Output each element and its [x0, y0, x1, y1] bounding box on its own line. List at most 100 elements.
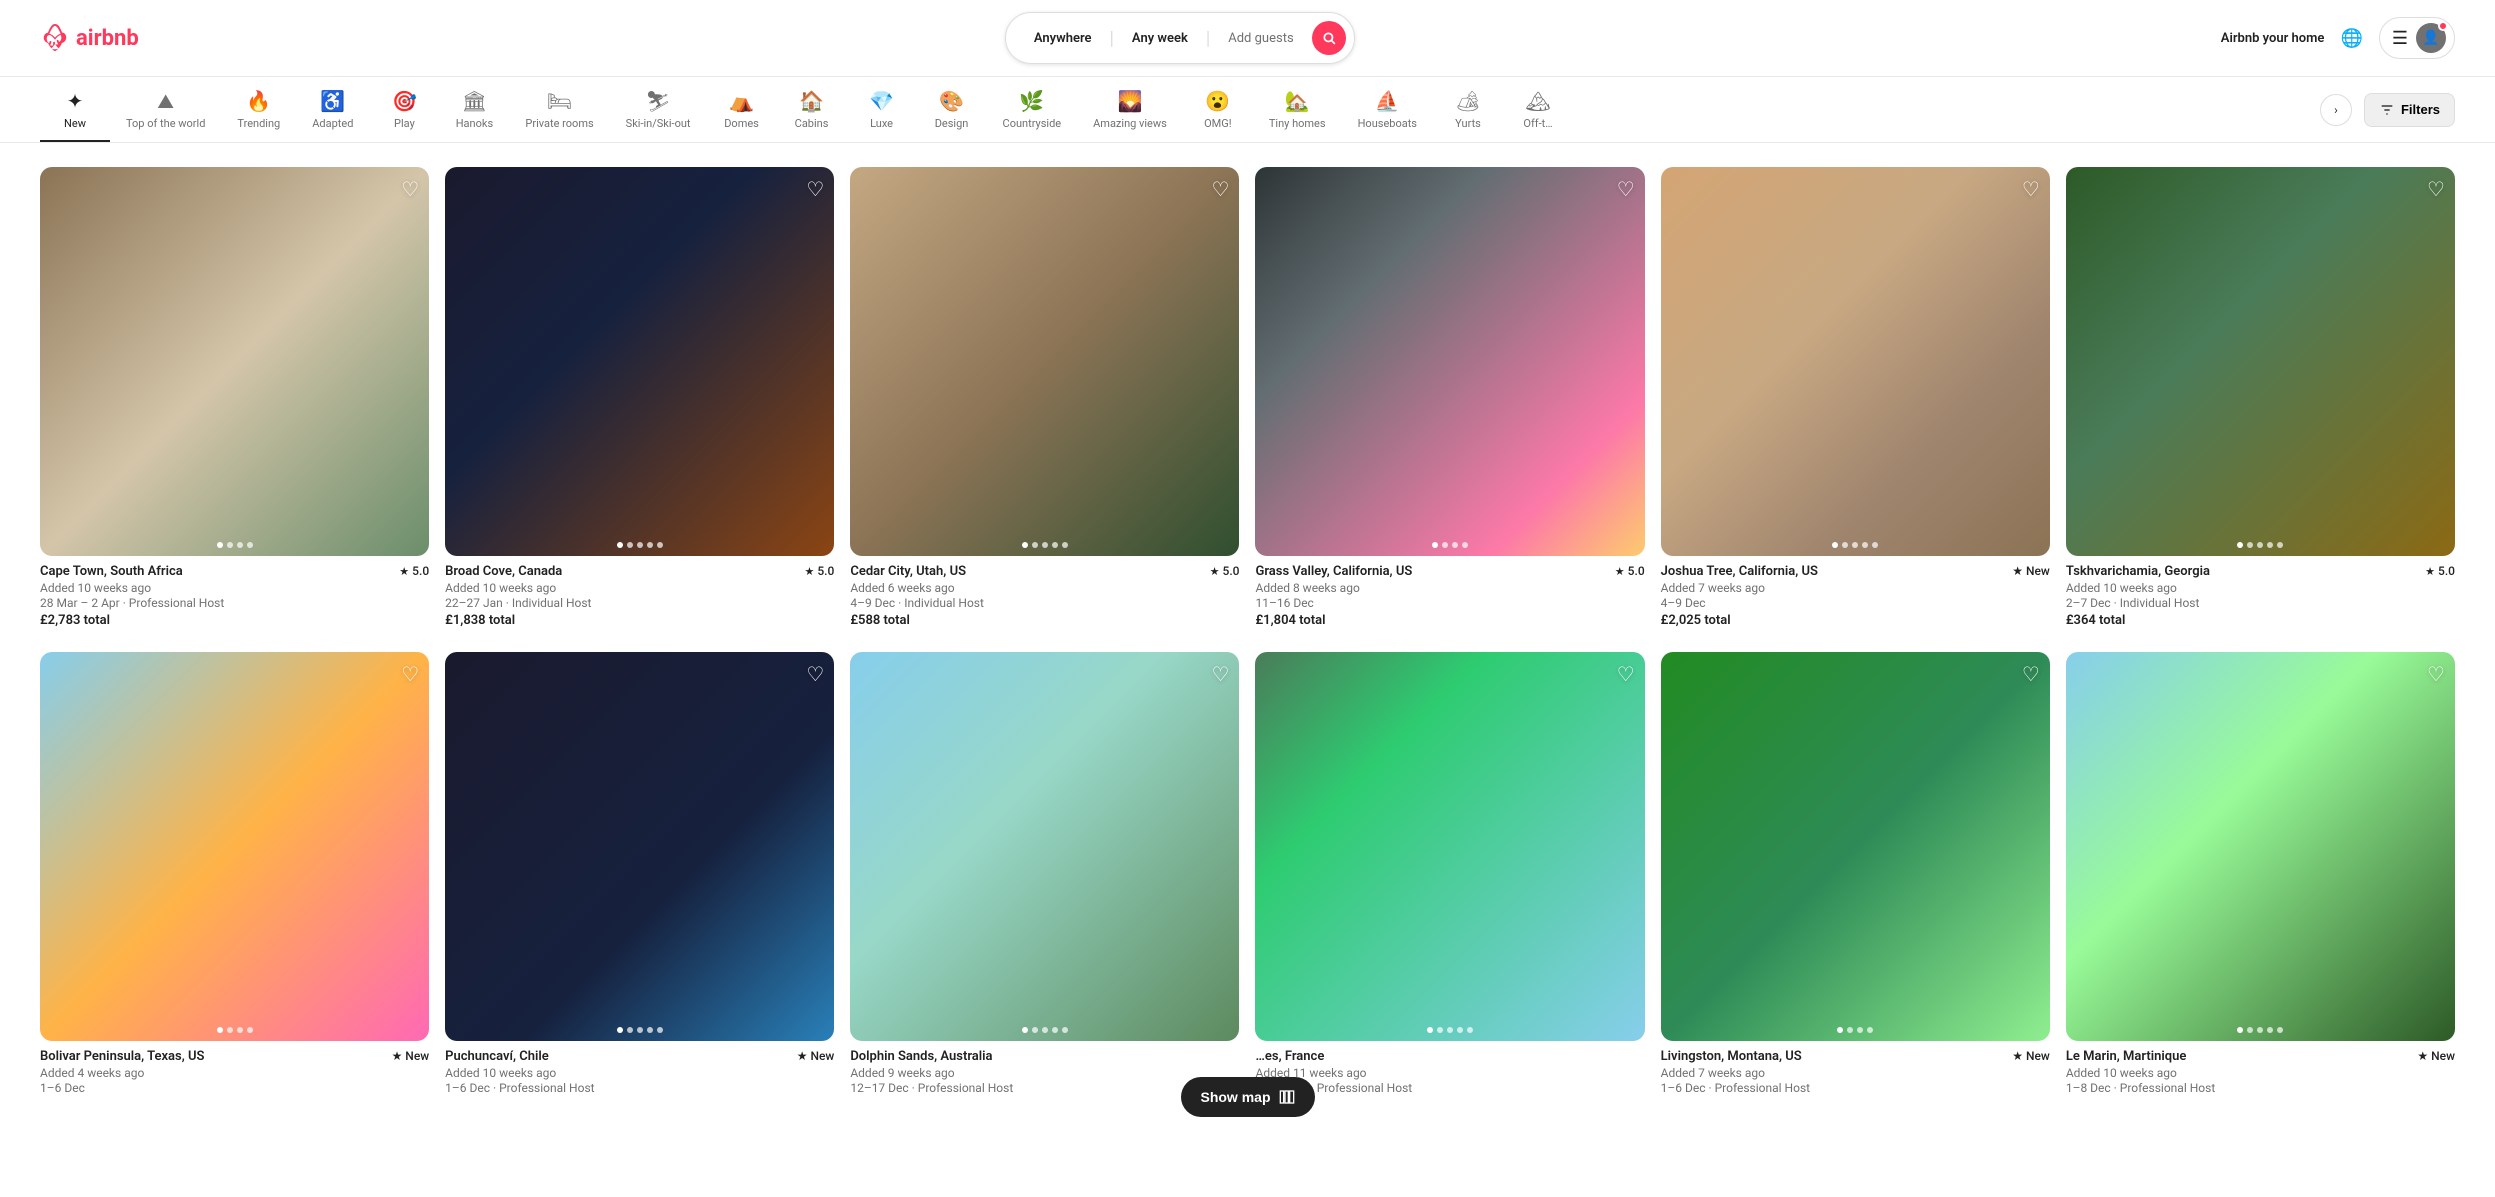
listing-new-badge: ★ New — [2012, 564, 2050, 578]
dot — [227, 542, 233, 548]
wishlist-button[interactable]: ♡ — [2427, 662, 2445, 687]
listing-image[interactable]: ♡ — [850, 652, 1239, 1041]
user-menu[interactable]: ☰ 👤 — [2379, 17, 2455, 59]
wishlist-button[interactable]: ♡ — [2022, 177, 2040, 202]
listing-image[interactable]: ♡ — [1661, 652, 2050, 1041]
listing-location: Joshua Tree, California, US — [1661, 564, 2013, 579]
search-location[interactable]: Anywhere — [1026, 31, 1100, 46]
listing-title-row: Dolphin Sands, Australia — [850, 1049, 1239, 1064]
listing-card[interactable]: ♡ …es, France Added 11 weeks ago 5–10 Ma… — [1255, 652, 1644, 1095]
category-item-countryside[interactable]: 🌿 Countryside — [987, 77, 1078, 142]
search-guests[interactable]: Add guests — [1220, 31, 1301, 46]
listing-card[interactable]: ♡ Broad Cove, Canada ★ 5.0 Added 10 week… — [445, 167, 834, 628]
listing-image[interactable]: ♡ — [1661, 167, 2050, 556]
wishlist-button[interactable]: ♡ — [2022, 662, 2040, 687]
filters-button[interactable]: Filters — [2364, 93, 2455, 127]
wishlist-button[interactable]: ♡ — [401, 662, 419, 687]
listing-card[interactable]: ♡ Grass Valley, California, US ★ 5.0 Add… — [1255, 167, 1644, 628]
listing-image[interactable]: ♡ — [40, 652, 429, 1041]
listing-image[interactable]: ♡ — [1255, 652, 1644, 1041]
logo[interactable]: airbnb — [40, 23, 139, 53]
listing-image[interactable]: ♡ — [2066, 167, 2455, 556]
wishlist-button[interactable]: ♡ — [1212, 177, 1230, 202]
dot — [657, 542, 663, 548]
listing-location: Cape Town, South Africa — [40, 564, 399, 579]
dot — [2257, 542, 2263, 548]
category-icon-trending: 🔥 — [246, 91, 271, 111]
listing-dates: 4–9 Dec · Individual Host — [850, 596, 1239, 610]
dot — [2247, 1027, 2253, 1033]
listing-photo — [1661, 652, 2050, 1041]
category-item-omg[interactable]: 😮 OMG! — [1183, 77, 1253, 142]
category-item-tiny-homes[interactable]: 🏡 Tiny homes — [1253, 77, 1342, 142]
wishlist-button[interactable]: ♡ — [1617, 177, 1635, 202]
category-item-trending[interactable]: 🔥 Trending — [221, 77, 296, 142]
listing-photo — [2066, 167, 2455, 556]
wishlist-button[interactable]: ♡ — [806, 177, 824, 202]
category-item-top-of-world[interactable]: ⛰ Top of the world — [110, 77, 221, 142]
category-icon-domes: ⛺ — [729, 91, 754, 111]
category-item-new[interactable]: ✦ New — [40, 77, 110, 142]
category-item-private-rooms[interactable]: 🛏 Private rooms — [509, 77, 609, 142]
category-icon-ski-in-out: ⛷ — [645, 91, 670, 111]
listing-card[interactable]: ♡ Joshua Tree, California, US ★ New Adde… — [1661, 167, 2050, 628]
listing-info: Tskhvarichamia, Georgia ★ 5.0 Added 10 w… — [2066, 556, 2455, 628]
category-item-play[interactable]: 🎯 Play — [369, 77, 439, 142]
listing-card[interactable]: ♡ Bolivar Peninsula, Texas, US ★ New Add… — [40, 652, 429, 1095]
globe-icon[interactable]: 🌐 — [2340, 28, 2362, 49]
listing-image[interactable]: ♡ — [445, 167, 834, 556]
wishlist-button[interactable]: ♡ — [2427, 177, 2445, 202]
category-icon-play: 🎯 — [392, 91, 417, 111]
category-item-domes[interactable]: ⛺ Domes — [707, 77, 777, 142]
dot — [1867, 1027, 1873, 1033]
listing-image[interactable]: ♡ — [850, 167, 1239, 556]
listing-info: Cape Town, South Africa ★ 5.0 Added 10 w… — [40, 556, 429, 628]
category-item-luxe[interactable]: 💎 Luxe — [847, 77, 917, 142]
listing-image[interactable]: ♡ — [1255, 167, 1644, 556]
category-item-yurts[interactable]: 🏕 Yurts — [1433, 77, 1503, 142]
search-button[interactable] — [1312, 21, 1346, 55]
image-dots — [217, 1027, 253, 1033]
listing-image[interactable]: ♡ — [445, 652, 834, 1041]
category-item-ski-in-out[interactable]: ⛷ Ski-in/Ski-out — [610, 77, 707, 142]
category-next-arrow[interactable]: › — [2320, 94, 2352, 126]
show-map-button[interactable]: Show map — [1180, 1077, 1314, 1117]
wishlist-button[interactable]: ♡ — [401, 177, 419, 202]
category-item-amazing-views[interactable]: 🌄 Amazing views — [1077, 77, 1183, 142]
category-label-ski-in-out: Ski-in/Ski-out — [626, 117, 691, 130]
search-bar[interactable]: Anywhere | Any week | Add guests — [1005, 12, 1355, 64]
listing-photo — [2066, 652, 2455, 1041]
category-item-cabins[interactable]: 🏠 Cabins — [777, 77, 847, 142]
listing-card[interactable]: ♡ Dolphin Sands, Australia Added 9 weeks… — [850, 652, 1239, 1095]
dot — [1452, 542, 1458, 548]
dot — [2267, 542, 2273, 548]
listing-card[interactable]: ♡ Le Marin, Martinique ★ New Added 10 we… — [2066, 652, 2455, 1095]
star-icon: ★ — [399, 565, 409, 578]
category-item-adapted[interactable]: ♿ Adapted — [296, 77, 369, 142]
wishlist-button[interactable]: ♡ — [1617, 662, 1635, 687]
listing-photo — [40, 652, 429, 1041]
category-icon-cabins: 🏠 — [799, 91, 824, 111]
listing-image[interactable]: ♡ — [2066, 652, 2455, 1041]
listing-card[interactable]: ♡ Tskhvarichamia, Georgia ★ 5.0 Added 10… — [2066, 167, 2455, 628]
listing-image[interactable]: ♡ — [40, 167, 429, 556]
listing-card[interactable]: ♡ Cape Town, South Africa ★ 5.0 Added 10… — [40, 167, 429, 628]
listing-card[interactable]: ♡ Livingston, Montana, US ★ New Added 7 … — [1661, 652, 2050, 1095]
dot — [637, 1027, 643, 1033]
listing-card[interactable]: ♡ Puchuncaví, Chile ★ New Added 10 weeks… — [445, 652, 834, 1095]
listing-grid-row2: ♡ Bolivar Peninsula, Texas, US ★ New Add… — [40, 652, 2455, 1095]
search-separator-2: | — [1206, 28, 1210, 49]
category-item-houseboats[interactable]: ⛵ Houseboats — [1342, 77, 1433, 142]
category-item-hanoks[interactable]: 🏛 Hanoks — [439, 77, 509, 142]
airbnb-your-home-link[interactable]: Airbnb your home — [2221, 31, 2325, 46]
category-label-hanoks: Hanoks — [456, 117, 493, 130]
category-item-design[interactable]: 🎨 Design — [917, 77, 987, 142]
wishlist-button[interactable]: ♡ — [806, 662, 824, 687]
listing-info: Cedar City, Utah, US ★ 5.0 Added 6 weeks… — [850, 556, 1239, 628]
wishlist-button[interactable]: ♡ — [1212, 662, 1230, 687]
listing-location: Bolivar Peninsula, Texas, US — [40, 1049, 392, 1064]
listing-card[interactable]: ♡ Cedar City, Utah, US ★ 5.0 Added 6 wee… — [850, 167, 1239, 628]
search-dates[interactable]: Any week — [1124, 31, 1196, 46]
listing-location: Le Marin, Martinique — [2066, 1049, 2418, 1064]
category-item-off[interactable]: 🏔 Off-t… — [1503, 77, 1573, 142]
